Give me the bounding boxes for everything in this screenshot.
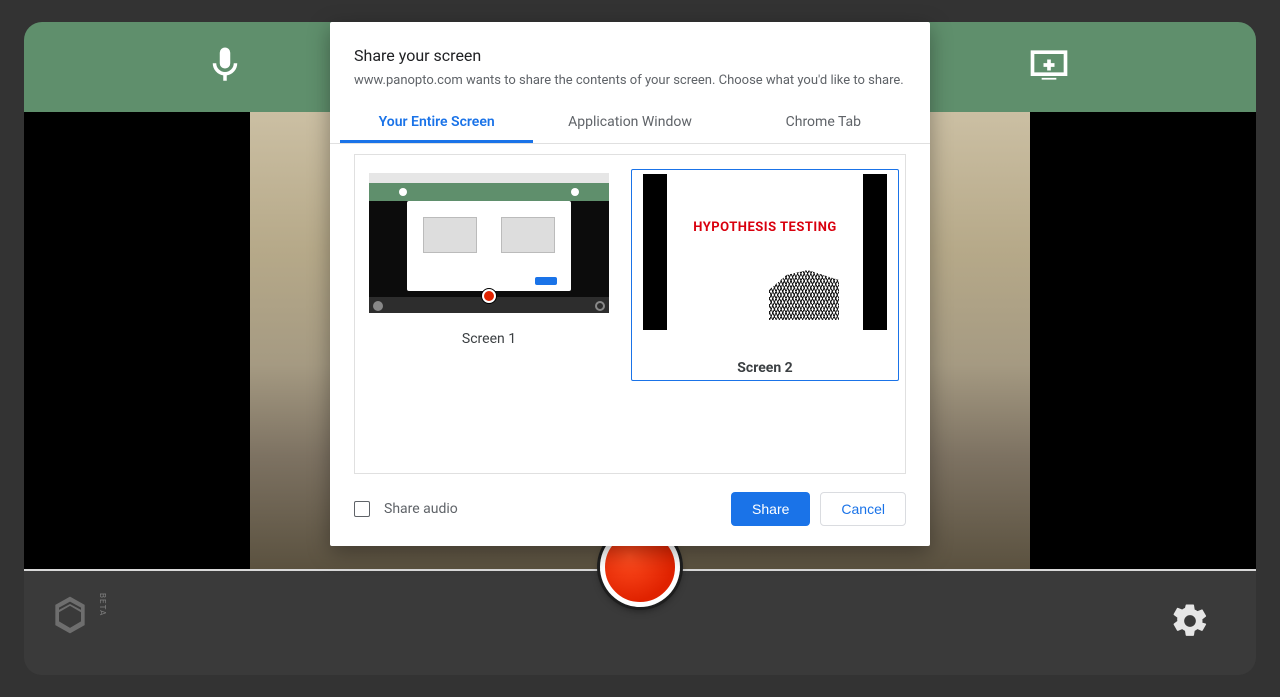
dialog-actions: Share audio Share Cancel <box>330 474 930 546</box>
screen-1-thumbnail <box>369 173 609 313</box>
screen-1-label: Screen 1 <box>462 331 516 347</box>
panopto-logo: BETA <box>48 593 107 637</box>
screen-2-thumbnail: HYPOTHESIS TESTING <box>643 174 887 330</box>
screen-previews: Screen 1 HYPOTHESIS TESTING Screen 2 <box>354 154 906 474</box>
tab-application-window[interactable]: Application Window <box>533 102 726 143</box>
slide-title: HYPOTHESIS TESTING <box>667 174 863 235</box>
share-audio-label: Share audio <box>384 501 458 517</box>
dialog-description: www.panopto.com wants to share the conte… <box>330 73 930 102</box>
tab-chrome-tab[interactable]: Chrome Tab <box>727 102 920 143</box>
add-screen-icon[interactable] <box>1022 43 1076 91</box>
tab-entire-screen[interactable]: Your Entire Screen <box>340 102 533 143</box>
screen-1-tile[interactable]: Screen 1 <box>369 169 609 347</box>
share-audio-checkbox[interactable] <box>354 501 370 517</box>
beta-badge: BETA <box>98 593 107 616</box>
settings-button[interactable] <box>1170 601 1210 645</box>
cancel-button[interactable]: Cancel <box>820 492 906 526</box>
dialog-title: Share your screen <box>330 46 930 73</box>
screen-2-label: Screen 2 <box>737 360 792 376</box>
share-mode-tabs: Your Entire Screen Application Window Ch… <box>330 102 930 144</box>
share-screen-dialog: Share your screen www.panopto.com wants … <box>330 22 930 546</box>
screen-2-tile[interactable]: HYPOTHESIS TESTING Screen 2 <box>631 169 899 381</box>
microphone-icon[interactable] <box>204 41 246 93</box>
share-button[interactable]: Share <box>731 492 810 526</box>
control-bar: BETA <box>24 571 1256 675</box>
